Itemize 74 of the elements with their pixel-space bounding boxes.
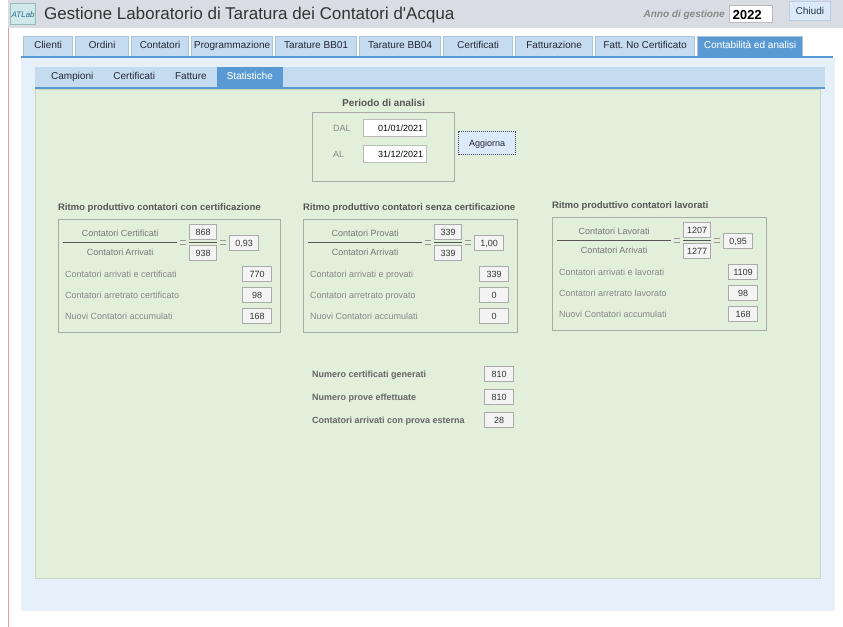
field-label: AL xyxy=(333,149,346,159)
value-field: 938 xyxy=(189,245,217,261)
field-label: Numero certificati generati xyxy=(312,369,426,379)
field-label: Contatori Arrivati xyxy=(86,246,154,259)
value-field: 98 xyxy=(728,285,758,301)
tab[interactable]: Tarature BB01 xyxy=(275,36,357,56)
equals-sign-icon xyxy=(180,240,186,245)
tab[interactable]: Programmazione xyxy=(191,36,273,56)
value-field: 810 xyxy=(484,389,514,405)
tab[interactable]: Fatt. No Certificato xyxy=(595,36,695,56)
field-label: Contatori arretrato certificato xyxy=(65,290,180,300)
value-field: 810 xyxy=(484,366,514,382)
value-field: 339 xyxy=(479,266,509,282)
value-field: 339 xyxy=(434,245,462,261)
field-label: Contatori arrivati e lavorati xyxy=(559,267,664,277)
field-label: Contatori Certificati xyxy=(82,227,158,240)
value-field: 770 xyxy=(242,266,272,282)
equals-sign-icon xyxy=(714,238,720,243)
tab[interactable]: Ordini xyxy=(75,36,129,56)
field-label: Contatori Provati xyxy=(331,227,399,240)
value-field: 1207 xyxy=(683,222,711,238)
fraction-line xyxy=(189,242,217,243)
date-field[interactable]: 01/01/2021 xyxy=(363,119,427,137)
equals-sign-icon xyxy=(220,240,226,245)
value-field: 0,93 xyxy=(229,234,259,250)
value-field: 98 xyxy=(242,287,272,303)
field-label: Numero prove effettuate xyxy=(312,392,416,402)
value-field: 168 xyxy=(242,308,272,324)
close-button[interactable]: Chiudi xyxy=(788,1,831,21)
field-label: DAL xyxy=(333,123,352,133)
value-field: 0 xyxy=(479,308,509,324)
fraction-line xyxy=(683,240,711,241)
value-field: 0 xyxy=(479,287,509,303)
window-title: Gestione Laboratorio di Taratura dei Contatori d'Acqua xyxy=(44,4,454,24)
equals-sign-icon xyxy=(465,240,471,245)
year-field[interactable]: 2022 xyxy=(728,5,773,23)
value-field: 339 xyxy=(434,224,462,240)
value-field: 28 xyxy=(484,412,514,428)
value-field: 0,95 xyxy=(723,232,753,248)
value-field: 1,00 xyxy=(474,234,504,250)
section-title: Ritmo produttivo contatori senza certificazione xyxy=(303,202,516,213)
field-label: Contatori arrivati e provati xyxy=(310,269,414,279)
tab[interactable]: Contatori xyxy=(131,36,189,56)
app-logo: ATLab xyxy=(10,3,36,25)
field-label: Contatori Arrivati xyxy=(580,244,648,257)
subtab[interactable]: Fatture xyxy=(164,67,217,87)
section-title: Ritmo produttivo contatori lavorati xyxy=(552,200,710,211)
value-field: 1277 xyxy=(683,243,711,259)
field-label: Contatori arretrato provato xyxy=(310,290,416,300)
tab[interactable]: Fatturazione xyxy=(515,36,593,56)
tab[interactable]: Clienti xyxy=(23,36,73,56)
year-label: Anno di gestione xyxy=(644,8,725,20)
fraction-line xyxy=(434,242,462,243)
field-label: Contatori arrivati con prova esterna xyxy=(312,415,465,425)
field-label: Contatori Arrivati xyxy=(332,246,398,259)
section-title: Ritmo produttivo contatori con certificazione xyxy=(58,202,262,213)
field-label: Nuovi Contatori accumulati xyxy=(559,309,667,319)
field-label: Contatori arrivati e certificati xyxy=(65,269,177,279)
subtab[interactable]: Campioni xyxy=(41,67,104,87)
date-field[interactable]: 31/12/2021 xyxy=(363,145,427,163)
tab[interactable]: Tarature BB04 xyxy=(359,36,441,56)
tab[interactable]: Certificati xyxy=(443,36,513,56)
refresh-button[interactable]: Aggiorna xyxy=(458,131,516,155)
subtab[interactable]: Certificati xyxy=(103,67,165,87)
field-label: Nuovi Contatori accumulati xyxy=(65,311,173,321)
field-label: Contatori Lavorati xyxy=(578,225,650,238)
field-label: Nuovi Contatori accumulati xyxy=(310,311,418,321)
field-label: Contatori arretrato lavorato xyxy=(559,288,667,298)
value-field: 1109 xyxy=(728,264,758,280)
value-field: 868 xyxy=(189,224,217,240)
section-title: Periodo di analisi xyxy=(342,98,425,109)
equals-sign-icon xyxy=(674,238,680,243)
equals-sign-icon xyxy=(425,240,431,245)
value-field: 168 xyxy=(728,306,758,322)
